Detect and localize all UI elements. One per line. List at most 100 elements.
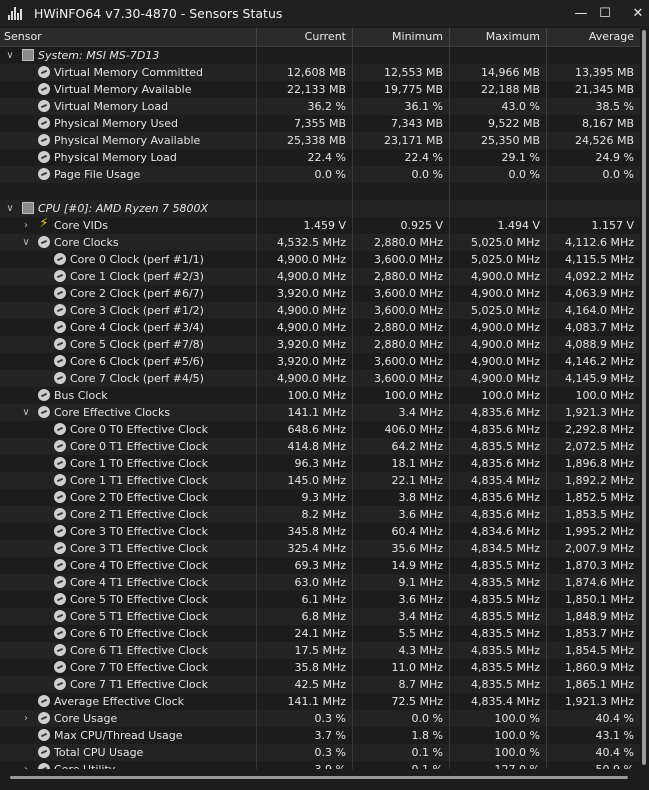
average-value: 1,860.9 MHz [564,661,634,674]
column-maximum[interactable]: Maximum [450,28,547,46]
sensor-label: Virtual Memory Committed [54,66,203,79]
sensor-row[interactable]: Core 0 Clock (perf #1/1) 4,900.0 MHz 3,600… [0,251,640,268]
gauge-icon [54,491,66,503]
sensor-row[interactable]: Bus Clock 100.0 MHz 100.0 MHz 100.0 MHz 100.… [0,387,640,404]
expand-chevron-icon[interactable]: › [20,761,32,769]
sensor-row[interactable]: Virtual Memory Available 22,133 MB 19,775 … [0,81,640,98]
sensor-row[interactable]: ∨ Core Clocks 4,532.5 MHz 2,880.0 MHz 5,025.… [0,234,640,251]
maximum-value: 100.0 % [450,727,547,744]
column-sensor[interactable]: Sensor [0,28,257,46]
collapse-chevron-icon[interactable]: ∨ [4,200,16,217]
horizontal-scroll-thumb[interactable] [10,776,628,779]
maximum-value: 4,835.5 MHz [450,591,547,608]
average-value: 4,088.9 MHz [564,338,634,351]
minimum-value: 4.3 MHz [353,642,450,659]
sensor-row[interactable]: Average Effective Clock 141.1 MHz 72.5 MHz… [0,693,640,710]
sensor-row[interactable]: Core 5 Clock (perf #7/8) 3,920.0 MHz 2,880… [0,336,640,353]
sensor-name-cell: Core 5 T0 Effective Clock [0,591,257,608]
collapse-chevron-icon[interactable]: ∨ [20,234,32,251]
minimum-value: 3.6 MHz [353,591,450,608]
sensor-label: Core 1 Clock (perf #2/3) [70,270,204,283]
collapse-chevron-icon[interactable]: ∨ [20,404,32,421]
sensor-row[interactable]: Core 3 T1 Effective Clock 325.4 MHz 35.6 M… [0,540,640,557]
column-average[interactable]: Average [547,28,640,46]
minimum-value: 22.4 % [353,149,450,166]
sensor-group-row[interactable]: ∨ System: MSI MS-7D13 [0,47,640,64]
sensor-row[interactable]: Physical Memory Used 7,355 MB 7,343 MB 9,52… [0,115,640,132]
sensor-row[interactable]: Core 6 Clock (perf #5/6) 3,920.0 MHz 3,600… [0,353,640,370]
average-value: 1,995.2 MHz [564,525,634,538]
sensor-row[interactable]: Core 4 T1 Effective Clock 63.0 MHz 9.1 MHz… [0,574,640,591]
average-value: 1,892.2 MHz [564,474,634,487]
minimum-value: 3,600.0 MHz [353,302,450,319]
sensor-row[interactable]: Core 2 T0 Effective Clock 9.3 MHz 3.8 MHz 4… [0,489,640,506]
sensor-label: Core 3 T1 Effective Clock [70,542,209,555]
sensor-row[interactable]: Core 4 Clock (perf #3/4) 4,900.0 MHz 2,880… [0,319,640,336]
average-value: 4,164.0 MHz [564,304,634,317]
sensor-row[interactable]: Core 1 T0 Effective Clock 96.3 MHz 18.1 MH… [0,455,640,472]
maximum-value: 4,835.6 MHz [450,506,547,523]
sensor-group-row[interactable]: ∨ CPU [#0]: AMD Ryzen 7 5800X [0,200,640,217]
sensor-label: Core 5 Clock (perf #7/8) [70,338,204,351]
sensor-row[interactable]: Core 1 Clock (perf #2/3) 4,900.0 MHz 2,880… [0,268,640,285]
minimum-value: 60.4 MHz [353,523,450,540]
sensor-row[interactable]: Core 4 T0 Effective Clock 69.3 MHz 14.9 MH… [0,557,640,574]
expand-chevron-icon[interactable]: › [20,710,32,727]
minimum-value: 3,600.0 MHz [353,370,450,387]
sensor-row[interactable]: Core 6 T0 Effective Clock 24.1 MHz 5.5 MHz… [0,625,640,642]
minimum-value: 2,880.0 MHz [353,268,450,285]
sensor-row[interactable]: Core 7 Clock (perf #4/5) 4,900.0 MHz 3,600… [0,370,640,387]
gauge-icon [54,423,66,435]
gauge-icon [38,746,50,758]
sensor-row[interactable]: Page File Usage 0.0 % 0.0 % 0.0 % 0.0 % [0,166,640,183]
close-button[interactable]: ✕ [615,0,649,26]
sensor-row[interactable]: › Core Usage 0.3 % 0.0 % 100.0 % 40.4 % [0,710,640,727]
sensor-row[interactable]: Core 3 T0 Effective Clock 345.8 MHz 60.4 M… [0,523,640,540]
gauge-icon [54,321,66,333]
collapse-chevron-icon[interactable]: ∨ [4,47,16,64]
minimum-value: 0.925 V [353,217,450,234]
sensor-row[interactable]: Physical Memory Load 22.4 % 22.4 % 29.1 % 24… [0,149,640,166]
column-current[interactable]: Current [257,28,353,46]
sensor-row[interactable]: Core 5 T1 Effective Clock 6.8 MHz 3.4 MHz 4… [0,608,640,625]
chip-icon [22,49,34,61]
sensor-row[interactable]: Core 7 T1 Effective Clock 42.5 MHz 8.7 MHz… [0,676,640,693]
minimum-value: 3,600.0 MHz [353,285,450,302]
sensor-row[interactable]: ∨ Core Effective Clocks 141.1 MHz 3.4 MHz 4,… [0,404,640,421]
current-value: 24.1 MHz [257,625,353,642]
sensor-row[interactable]: Core 7 T0 Effective Clock 35.8 MHz 11.0 MH… [0,659,640,676]
vertical-scroll-thumb[interactable] [642,30,646,765]
sensor-row[interactable]: Core 2 Clock (perf #6/7) 3,920.0 MHz 3,600… [0,285,640,302]
minimum-value: 14.9 MHz [353,557,450,574]
sensor-name-cell: Core 3 T0 Effective Clock [0,523,257,540]
sensor-label: System: MSI MS-7D13 [38,49,160,62]
sensor-row[interactable]: › ⚡ Core VIDs 1.459 V 0.925 V 1.494 V 1.157 V [0,217,640,234]
maximum-value: 4,900.0 MHz [450,319,547,336]
expand-chevron-icon[interactable]: › [20,217,32,234]
maximum-value: 5,025.0 MHz [450,234,547,251]
average-value: 38.5 % [595,100,634,113]
maximum-value [450,183,547,200]
sensor-row[interactable]: Virtual Memory Committed 12,608 MB 12,553 … [0,64,640,81]
minimum-value: 35.6 MHz [353,540,450,557]
gauge-icon [38,151,50,163]
minimum-value: 2,880.0 MHz [353,234,450,251]
sensor-row[interactable]: Virtual Memory Load 36.2 % 36.1 % 43.0 % 38.… [0,98,640,115]
sensor-label: Core 7 Clock (perf #4/5) [70,372,204,385]
sensor-row[interactable]: Core 0 T1 Effective Clock 414.8 MHz 64.2 M… [0,438,640,455]
sensor-row[interactable]: Core 2 T1 Effective Clock 8.2 MHz 3.6 MHz 4… [0,506,640,523]
sensor-row[interactable]: Core 3 Clock (perf #1/2) 4,900.0 MHz 3,600… [0,302,640,319]
sensor-row[interactable]: Core 6 T1 Effective Clock 17.5 MHz 4.3 MHz… [0,642,640,659]
sensor-row[interactable]: Physical Memory Available 25,338 MB 23,171… [0,132,640,149]
sensor-row[interactable]: Max CPU/Thread Usage 3.7 % 1.8 % 100.0 % 43.… [0,727,640,744]
sensor-name-cell: › ⚡ Core VIDs [0,217,257,234]
sensor-name-cell: Core 0 Clock (perf #1/1) [0,251,257,268]
minimum-value: 0.1 % [353,744,450,761]
sensor-row[interactable]: Total CPU Usage 0.3 % 0.1 % 100.0 % 40.4 % [0,744,640,761]
sensor-row[interactable]: Core 1 T1 Effective Clock 145.0 MHz 22.1 M… [0,472,640,489]
sensor-row[interactable]: Core 5 T0 Effective Clock 6.1 MHz 3.6 MHz 4… [0,591,640,608]
current-value: 4,900.0 MHz [257,302,353,319]
sensor-row[interactable]: › Core Utility 3.9 %0.1 %127.0 %50.9 % [0,761,640,769]
column-minimum[interactable]: Minimum [353,28,450,46]
sensor-row[interactable]: Core 0 T0 Effective Clock 648.6 MHz 406.0 … [0,421,640,438]
